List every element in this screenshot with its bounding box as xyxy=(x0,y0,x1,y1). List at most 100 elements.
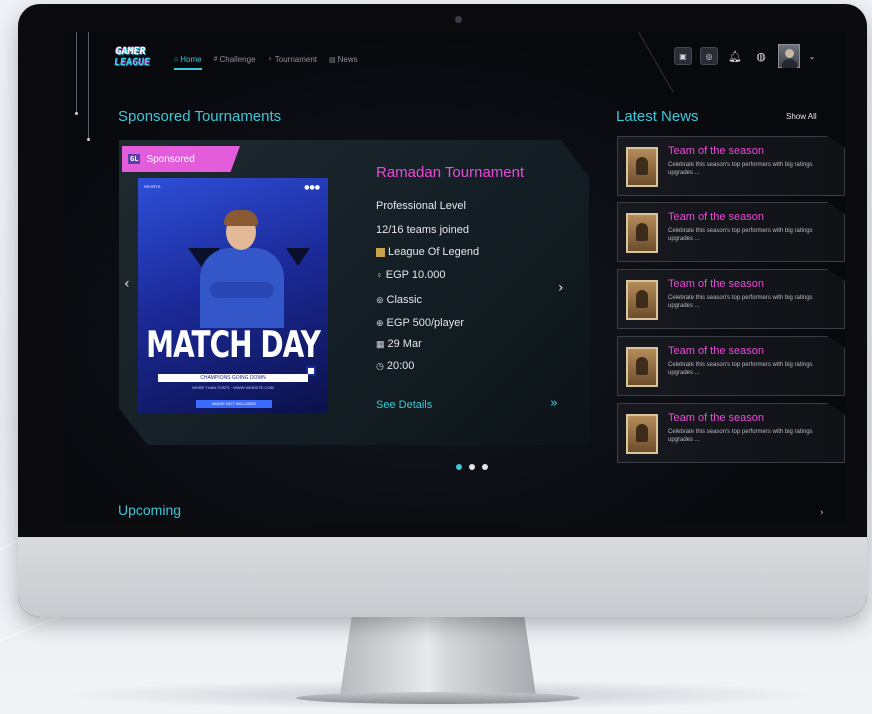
monitor-chin xyxy=(18,537,867,617)
news-card[interactable]: Team of the season Celebrate this season… xyxy=(617,136,845,196)
news-card[interactable]: Team of the season Celebrate this season… xyxy=(617,269,845,329)
news-card[interactable]: Team of the season Celebrate this season… xyxy=(617,403,845,463)
news-card-title: Team of the season xyxy=(668,211,765,223)
avatar[interactable] xyxy=(778,44,800,68)
news-card-desc: Celebrate this season's top performers w… xyxy=(668,429,813,443)
nav-item-news[interactable]: ▤ News xyxy=(329,55,358,64)
poster-title: MATCH DAY xyxy=(146,323,321,366)
chat-icon[interactable]: ◎ xyxy=(700,47,718,65)
cup-icon: ♀ xyxy=(267,56,273,63)
news-title: Latest News xyxy=(616,108,699,125)
fee-text: EGP 500/player xyxy=(386,317,465,329)
logo-line-1: GAMER xyxy=(114,46,147,57)
nav-label: News xyxy=(337,55,358,64)
see-details-link[interactable]: See Details xyxy=(376,399,432,411)
tournament-fee: ⊕ EGP 500/player xyxy=(376,317,464,329)
time-text: 20:00 xyxy=(386,360,415,372)
poster-small-text: MORE THAN STATS · WWW.WEBSITE.COM xyxy=(192,385,274,390)
news-card-desc: Celebrate this season's top performers w… xyxy=(668,228,813,242)
camera xyxy=(455,16,462,23)
news-thumbnail xyxy=(626,147,658,187)
poster-player-arms xyxy=(210,282,274,298)
trophy-icon: ♀ xyxy=(376,270,383,280)
news-card[interactable]: Team of the season Celebrate this season… xyxy=(617,202,845,262)
nav-label: Challenge xyxy=(219,55,256,64)
upcoming-title: Upcoming xyxy=(118,502,182,518)
controller-icon: ⊚ xyxy=(376,294,384,305)
news-thumbnail xyxy=(626,414,658,454)
tournament-date: ▦ 29 Mar xyxy=(376,338,422,350)
carousel-next-icon[interactable]: › xyxy=(558,280,564,296)
tournament-time: ◷ 20:00 xyxy=(376,360,414,372)
news-card-title: Team of the season xyxy=(668,145,765,157)
monitor-stand-base xyxy=(296,692,580,704)
news-icon: ▤ xyxy=(329,56,336,64)
nav-item-tournament[interactable]: ♀ Tournament xyxy=(268,55,318,64)
game-icon xyxy=(376,247,385,257)
news-card-desc: Celebrate this season's top performers w… xyxy=(668,295,813,309)
tournament-mode: ⊚ Classic xyxy=(376,294,422,306)
decor-dot xyxy=(75,112,78,115)
news-thumbnail xyxy=(626,213,658,253)
chevron-right-icon[interactable]: › xyxy=(820,508,824,518)
sponsored-title: Sponsored Tournaments xyxy=(118,108,282,125)
poster-brand: SPORTS xyxy=(144,184,161,189)
nav-label: Tournament xyxy=(274,55,318,64)
tournament-prize: ♀ EGP 10.000 xyxy=(376,269,445,281)
home-icon: ⌂ xyxy=(174,56,179,63)
mode-text: Classic xyxy=(386,294,422,306)
coin-icon: ⊕ xyxy=(376,317,384,328)
show-all-link[interactable]: Show All xyxy=(786,112,817,121)
decor-line xyxy=(76,32,77,112)
monitor: GAMER LEAGUE ⌂ Home # Challenge ♀ Tourna… xyxy=(18,4,867,617)
monitor-stand xyxy=(340,616,536,696)
news-card-desc: Celebrate this season's top performers w… xyxy=(668,362,813,376)
chevron-down-icon[interactable]: ⌄ xyxy=(808,47,816,65)
nav-label: Home xyxy=(180,55,202,64)
poster-player-hair xyxy=(224,210,258,226)
logo[interactable]: GAMER LEAGUE xyxy=(112,46,162,76)
decor-line xyxy=(88,32,89,138)
globe-icon[interactable]: ◍ xyxy=(752,47,770,65)
nav-item-home[interactable]: ⌂ Home xyxy=(174,55,202,70)
logo-line-2: LEAGUE xyxy=(113,57,151,68)
poster-dots: ●●● xyxy=(304,184,320,191)
tournament-game: League Of Legend xyxy=(376,246,479,258)
date-text: 29 Mar xyxy=(387,338,422,350)
news-card-title: Team of the season xyxy=(668,278,765,290)
news-card[interactable]: Team of the season Celebrate this season… xyxy=(617,336,845,396)
tournament-level: Professional Level xyxy=(376,200,466,212)
news-thumbnail xyxy=(626,347,658,387)
calendar-icon: ▦ xyxy=(376,338,385,349)
carousel-dots xyxy=(456,464,488,470)
tournament-teams: 12/16 teams joined xyxy=(376,224,469,236)
tournament-name: Ramadan Tournament xyxy=(376,164,525,181)
tournament-poster: SPORTS ●●● MATCH DAY CHAMPIONS GOING DOW… xyxy=(138,178,328,414)
news-thumbnail xyxy=(626,280,658,320)
carousel-prev-icon[interactable]: ‹ xyxy=(124,276,130,292)
decor-dot xyxy=(87,138,90,141)
double-chevron-right-icon[interactable]: » xyxy=(550,396,558,411)
top-actions: ▣ ◎ 🔔︎ ◍ ⌄ xyxy=(674,44,816,68)
carousel-dot[interactable] xyxy=(456,464,462,470)
wallet-icon[interactable]: ▣ xyxy=(674,47,692,65)
screen: GAMER LEAGUE ⌂ Home # Challenge ♀ Tourna… xyxy=(64,32,846,522)
carousel-dot[interactable] xyxy=(482,464,488,470)
sponsor-logo: GL xyxy=(128,154,141,164)
poster-shape xyxy=(286,248,310,266)
teams-text: 12/16 teams joined xyxy=(376,224,469,236)
carousel-dot[interactable] xyxy=(469,464,475,470)
poster-subtitle: CHAMPIONS GOING DOWN xyxy=(158,374,308,382)
level-text: Professional Level xyxy=(376,200,466,212)
bell-icon[interactable]: 🔔︎ xyxy=(726,47,744,65)
news-card-title: Team of the season xyxy=(668,412,765,424)
prize-text: EGP 10.000 xyxy=(385,269,446,281)
news-card-desc: Celebrate this season's top performers w… xyxy=(668,162,813,176)
news-card-title: Team of the season xyxy=(668,345,765,357)
main-nav: ⌂ Home # Challenge ♀ Tournament ▤ News xyxy=(174,55,358,70)
sponsored-badge: GL Sponsored xyxy=(122,146,240,172)
game-text: League Of Legend xyxy=(388,246,480,258)
nav-item-challenge[interactable]: # Challenge xyxy=(214,55,256,64)
trophy-icon: # xyxy=(213,56,218,63)
sponsored-label: Sponsored xyxy=(146,153,195,165)
